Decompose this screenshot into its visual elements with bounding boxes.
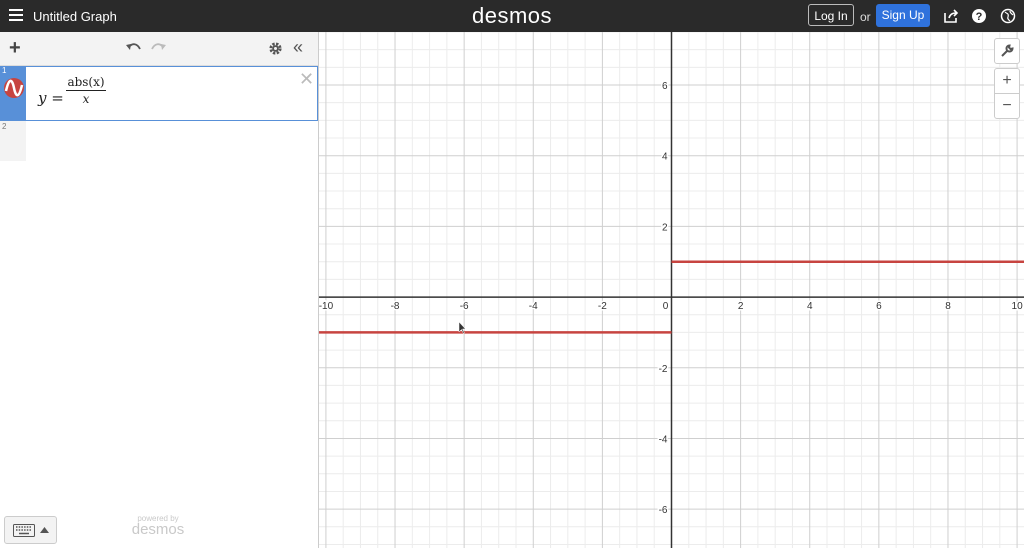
- expression-index: 1: [2, 66, 7, 75]
- desmos-logo: desmos: [472, 3, 553, 28]
- expression-lhs: y =: [38, 89, 64, 107]
- zoom-out-icon: −: [1002, 97, 1012, 114]
- x-tick-label: -2: [598, 301, 607, 312]
- help-icon[interactable]: ?: [971, 8, 987, 24]
- y-tick-label: -2: [659, 364, 668, 375]
- add-icon[interactable]: +: [9, 37, 21, 60]
- x-tick-label: 0: [663, 301, 669, 312]
- or-text: or: [860, 10, 871, 24]
- graph-paper[interactable]: -10 -8 -6 -4 -2 0 2 4 6 8 10 6 4 2 -2 -4 -6: [319, 32, 1024, 548]
- zoom-out-button[interactable]: −: [994, 93, 1020, 119]
- x-tick-label: -10: [319, 301, 334, 312]
- undo-icon[interactable]: [125, 41, 141, 53]
- globe-icon[interactable]: [1000, 8, 1016, 24]
- powered-by-desmos: powered by desmos: [130, 514, 186, 538]
- x-tick-label: 4: [807, 301, 813, 312]
- login-button[interactable]: Log In: [808, 4, 854, 26]
- fraction-denominator: x: [82, 92, 90, 106]
- fraction-numerator: abs(x): [67, 75, 105, 89]
- top-bar: Untitled Graph desmos Log In or Sign Up …: [0, 0, 1024, 32]
- x-tick-label: 10: [1012, 301, 1024, 312]
- fraction-bar: [66, 90, 106, 91]
- keyboard-icon: [13, 524, 35, 537]
- expression-toolbar: + «: [0, 32, 318, 66]
- axes: [319, 32, 1024, 548]
- share-icon[interactable]: [943, 8, 959, 24]
- redo-icon[interactable]: [151, 41, 167, 53]
- x-tick-label: 8: [945, 301, 951, 312]
- collapse-icon[interactable]: «: [293, 37, 303, 58]
- signup-button[interactable]: Sign Up: [876, 4, 930, 27]
- expression-index-2: 2: [2, 122, 7, 131]
- svg-text:?: ?: [976, 11, 983, 23]
- x-tick-label: -4: [529, 301, 538, 312]
- graph-title[interactable]: Untitled Graph: [33, 9, 117, 24]
- x-tick-label: 2: [738, 301, 744, 312]
- zoom-in-button[interactable]: +: [994, 68, 1020, 94]
- fraction: abs(x) x: [66, 75, 106, 106]
- x-tick-label: -6: [460, 301, 469, 312]
- y-tick-label: -6: [659, 505, 668, 516]
- x-tick-label: -8: [391, 301, 400, 312]
- y-tick-label: 6: [662, 81, 668, 92]
- keyboard-button[interactable]: [4, 516, 57, 544]
- graph-settings-button[interactable]: [994, 38, 1020, 64]
- zoom-in-icon: +: [1002, 72, 1012, 89]
- settings-icon[interactable]: [268, 41, 283, 56]
- caret-up-icon: [40, 527, 49, 533]
- hamburger-icon[interactable]: [9, 9, 23, 21]
- powered-by-brand: desmos: [131, 521, 185, 538]
- x-tick-label: 6: [876, 301, 882, 312]
- wrench-icon: [1001, 44, 1014, 57]
- y-tick-label: -4: [659, 434, 668, 445]
- y-tick-label: 4: [662, 152, 668, 163]
- expression-panel: + « 1 y = abs(x) x ✕ 2 powered by desmos: [0, 32, 319, 548]
- graph-color-icon[interactable]: [4, 78, 24, 98]
- delete-expression-icon[interactable]: ✕: [299, 69, 314, 90]
- y-tick-label: 2: [662, 222, 668, 233]
